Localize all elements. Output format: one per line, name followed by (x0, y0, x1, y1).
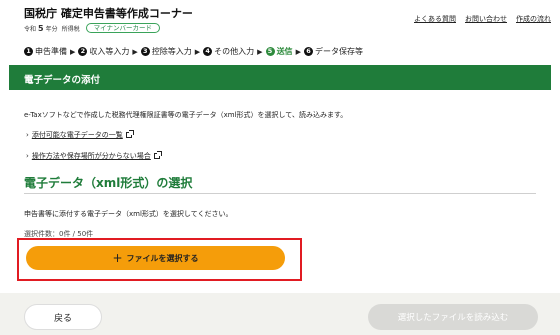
attachable-data-list-link[interactable]: › 添付可能な電子データの一覧 (26, 130, 134, 140)
link-text[interactable]: 添付可能な電子データの一覧 (32, 130, 123, 140)
year-number: 5 (38, 23, 44, 33)
tax-type-label: 所得税 (61, 25, 80, 33)
step-label: その他入力 (214, 47, 255, 56)
step-arrow-icon: ▶ (70, 47, 76, 56)
step-label: 送信 (276, 47, 293, 56)
external-window-icon (153, 151, 162, 159)
step-number-icon: 4 (203, 47, 213, 56)
step-number-icon: 1 (24, 47, 33, 56)
mynumber-card-badge: マイナンバーカード (85, 23, 160, 33)
year-suffix: 年分 (45, 25, 58, 33)
step-label: データ保存等 (314, 47, 363, 56)
flow-link[interactable]: 作成の流れ (516, 14, 551, 24)
header-links: よくある質問 お問い合わせ 作成の流れ (414, 14, 551, 24)
footer-bar: 戻る 選択したファイルを読み込む (0, 293, 560, 335)
chevron-right-icon: › (26, 152, 29, 160)
section-description: 申告書等に添付する電子データ（xml形式）を選択してください。 (24, 210, 233, 218)
select-file-label: ファイルを選択する (126, 253, 199, 263)
step-label: 収入等入力 (89, 47, 130, 56)
step-number-icon: 5 (265, 47, 275, 56)
tax-year-row: 令和 5 年分 所得税 マイナンバーカード (24, 23, 160, 33)
step-number-icon: 6 (303, 47, 313, 56)
page-heading-bar: 電子データの添付 (9, 65, 551, 90)
section-divider (24, 193, 536, 194)
step-number-icon: 3 (140, 47, 150, 56)
step-arrow-icon: ▶ (257, 47, 263, 56)
step-number-icon: 2 (78, 47, 88, 56)
plus-icon: + (112, 251, 123, 265)
step-6: 6 データ保存等 (303, 46, 363, 57)
contact-link[interactable]: お問い合わせ (465, 14, 507, 24)
step-3: 3 控除等入力 (140, 46, 192, 57)
help-location-link[interactable]: › 操作方法や保存場所が分からない場合 (26, 151, 162, 161)
site-title: 国税庁 確定申告書等作成コーナー (24, 7, 193, 20)
step-progress: 1 申告準備 ▶ 2 収入等入力 ▶ 3 控除等入力 ▶ 4 その他入力 ▶ 5… (24, 46, 363, 57)
section-title: 電子データ（xml形式）の選択 (24, 176, 193, 190)
back-button[interactable]: 戻る (24, 304, 102, 330)
step-arrow-icon: ▶ (194, 47, 201, 56)
page: 国税庁 確定申告書等作成コーナー 令和 5 年分 所得税 マイナンバーカード よ… (0, 0, 560, 335)
external-window-icon (125, 130, 134, 138)
step-2: 2 収入等入力 (78, 46, 129, 57)
read-selected-files-button[interactable]: 選択したファイルを読み込む (368, 304, 538, 330)
step-5-current: 5 送信 (265, 46, 293, 57)
select-file-button[interactable]: + ファイルを選択する (26, 246, 285, 270)
link-text[interactable]: 操作方法や保存場所が分からない場合 (32, 151, 151, 161)
faq-link[interactable]: よくある質問 (414, 14, 456, 24)
step-arrow-icon: ▶ (295, 47, 301, 56)
step-1: 1 申告準備 (24, 46, 67, 57)
header: 国税庁 確定申告書等作成コーナー 令和 5 年分 所得税 マイナンバーカード よ… (0, 0, 560, 40)
chevron-right-icon: › (26, 131, 29, 139)
step-label: 申告準備 (35, 47, 67, 56)
step-arrow-icon: ▶ (132, 47, 138, 56)
era-label: 令和 (24, 25, 37, 33)
page-title: 電子データの添付 (24, 75, 101, 86)
intro-text: e-Taxソフトなどで作成した税務代理権限証書等の電子データ（xml形式）を選択… (24, 111, 348, 119)
step-label: 控除等入力 (151, 47, 192, 56)
step-4: 4 その他入力 (203, 46, 254, 57)
